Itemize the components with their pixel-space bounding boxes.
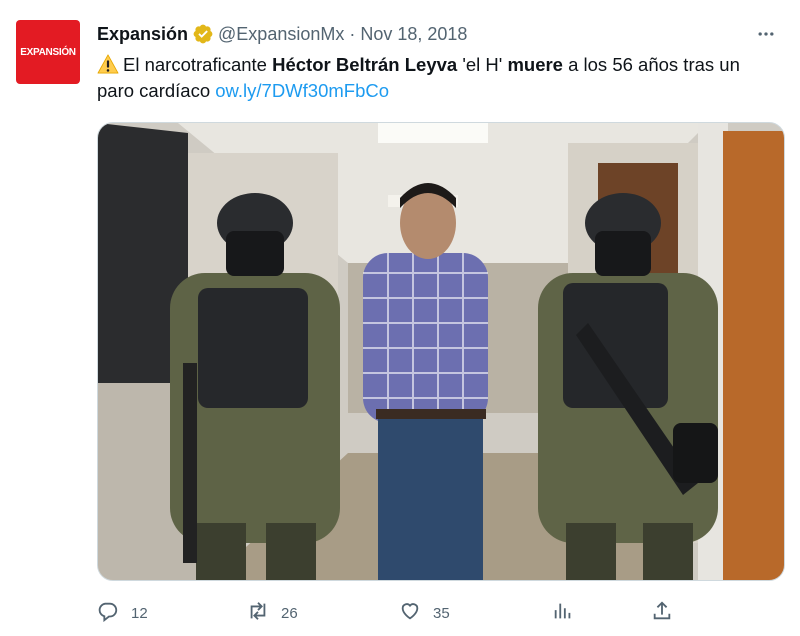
tweet-text: El narcotraficante Héctor Beltrán Leyva …	[97, 52, 777, 104]
tweet[interactable]: EXPANSIÓN Expansión @ExpansionMx · Nov 1…	[0, 0, 800, 636]
reply-count: 12	[131, 604, 148, 622]
share-button[interactable]	[651, 598, 673, 628]
like-count: 35	[433, 604, 450, 622]
photo-illustration	[98, 123, 784, 580]
views-button[interactable]	[552, 598, 574, 628]
tweet-actions: 12 26 35	[97, 598, 687, 630]
retweet-count: 26	[281, 604, 298, 622]
views-chart-icon	[552, 600, 574, 626]
tweet-link[interactable]: ow.ly/7DWf30mFbCo	[215, 80, 389, 101]
tweet-header: Expansión @ExpansionMx · Nov 18, 2018	[97, 22, 780, 46]
text-muere-bold: muere	[507, 54, 563, 75]
verified-badge-icon[interactable]	[192, 23, 214, 45]
reply-icon	[97, 600, 119, 626]
tweet-date[interactable]: Nov 18, 2018	[360, 24, 467, 45]
warning-icon	[97, 54, 119, 74]
user-handle[interactable]: @ExpansionMx	[218, 24, 344, 45]
text-part-3: 'el H'	[457, 54, 508, 75]
retweet-icon	[247, 600, 269, 626]
avatar-logo-text: EXPANSIÓN	[20, 46, 76, 58]
heart-icon	[399, 600, 421, 626]
text-part-1: El narcotraficante	[123, 54, 273, 75]
tweet-photo[interactable]	[97, 122, 785, 581]
retweet-button[interactable]: 26	[247, 598, 298, 628]
separator-dot: ·	[349, 23, 356, 44]
reply-button[interactable]: 12	[97, 598, 148, 628]
more-options-icon[interactable]	[752, 20, 780, 48]
share-icon	[651, 600, 673, 626]
display-name[interactable]: Expansión	[97, 24, 188, 45]
avatar[interactable]: EXPANSIÓN	[16, 20, 80, 84]
like-button[interactable]: 35	[399, 598, 450, 628]
text-name-bold: Héctor Beltrán Leyva	[272, 54, 458, 75]
